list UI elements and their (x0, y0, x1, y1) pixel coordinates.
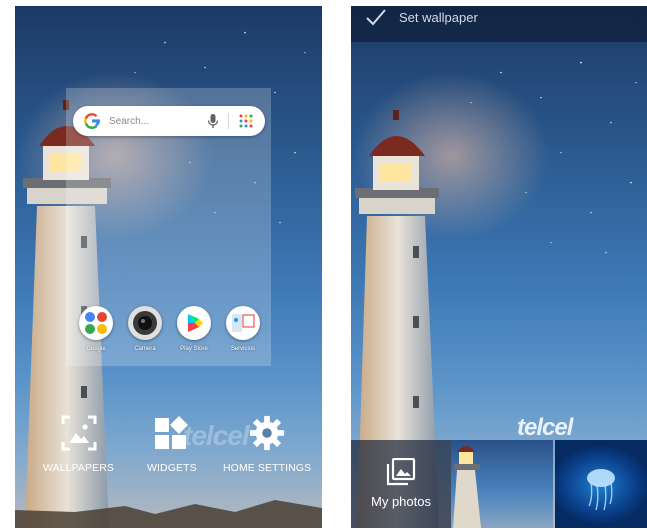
jellyfish-thumbnail-image (587, 469, 615, 511)
app-label: Google (86, 346, 106, 352)
app-label: Camera (134, 346, 156, 352)
widgets-button[interactable]: WIDGETS (147, 414, 197, 474)
home-settings-button[interactable]: HOME SETTINGS (223, 414, 311, 474)
camera-icon (128, 306, 162, 340)
app-camera[interactable]: Camera (124, 306, 166, 352)
app-google[interactable]: Google (75, 306, 117, 352)
app-servicios[interactable]: Servicios (222, 306, 264, 352)
google-apps-grid-icon[interactable] (239, 114, 253, 128)
app-icon-row: Google Camera Play Store Servicios (73, 306, 268, 362)
widgets-icon (154, 416, 188, 449)
home-settings-label: HOME SETTINGS (223, 462, 312, 474)
widgets-label: WIDGETS (147, 462, 197, 474)
home-edit-screen: Search... Google Camera Play Store Servi… (15, 6, 322, 528)
play-store-icon (177, 306, 211, 340)
wallpapers-icon (61, 415, 97, 451)
wallpapers-button[interactable]: WALLPAPERS (43, 414, 114, 474)
wallpapers-label: WALLPAPERS (43, 462, 115, 474)
app-label: Servicios (230, 346, 256, 352)
gear-icon (250, 415, 285, 451)
city-silhouette (15, 500, 322, 528)
search-placeholder: Search... (109, 115, 150, 127)
my-photos-label: My photos (371, 494, 431, 509)
telcel-watermark: telcel (517, 414, 573, 441)
search-divider (228, 113, 229, 129)
google-g-icon (84, 113, 100, 129)
app-play-store[interactable]: Play Store (173, 306, 215, 352)
set-wallpaper-button[interactable]: Set wallpaper (399, 10, 478, 25)
home-edit-actions: WALLPAPERS WIDGETS HOME SETTINGS (15, 414, 322, 494)
checkmark-icon[interactable] (365, 7, 387, 27)
jellyfish-thumbnail[interactable] (555, 440, 647, 528)
lighthouse-thumbnail-image (453, 446, 481, 528)
lighthouse-thumbnail[interactable] (451, 440, 553, 528)
wallpaper-picker-screen: Set wallpaper telcel My photos (351, 6, 647, 528)
wallpaper-topbar: Set wallpaper (351, 6, 647, 42)
starry-sky (470, 61, 637, 254)
wallpaper-thumbnail-strip: My photos (351, 440, 647, 528)
my-photos-button[interactable]: My photos (351, 440, 451, 528)
servicios-icon (226, 306, 260, 340)
google-folder-icon (79, 306, 113, 340)
google-search-widget[interactable]: Search... (73, 106, 265, 136)
app-label: Play Store (180, 346, 208, 352)
photos-gallery-icon (386, 458, 416, 486)
microphone-icon[interactable] (206, 113, 220, 129)
